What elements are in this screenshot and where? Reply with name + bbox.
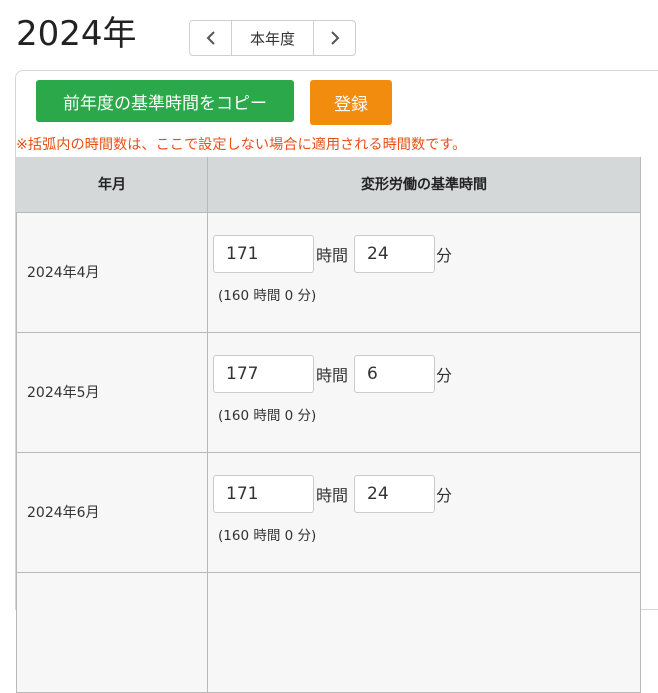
minutes-unit-label: 分 [436,485,453,505]
month-cell [16,571,208,693]
chevron-left-icon [206,31,215,45]
default-hours-hint: (160 時間 0 分) [218,527,317,544]
current-year-button[interactable]: 本年度 [231,21,314,55]
table-row: 2024年5月 時間 分 (160 時間 0 分) [16,331,641,453]
hours-cell: 時間 分 (160 時間 0 分) [207,451,641,573]
minutes-input[interactable] [354,354,436,393]
column-header-standard-hours: 変形労働の基準時間 [207,157,641,213]
hours-input[interactable] [213,474,314,513]
notice-text: ※括弧内の時間数は、ここで設定しない場合に適用される時間数です。 [16,137,467,153]
year-navigation: 本年度 [189,20,356,56]
default-hours-hint: (160 時間 0 分) [218,407,317,424]
month-cell: 2024年5月 [16,331,208,453]
column-header-month: 年月 [16,157,208,213]
previous-year-button[interactable] [190,21,231,55]
minutes-unit-label: 分 [436,365,453,385]
standard-hours-table: 年月 変形労働の基準時間 2024年4月 時間 分 (160 時間 0 分) 2… [16,157,641,693]
hours-unit-label: 時間 [316,245,349,265]
hours-input[interactable] [213,354,314,393]
hours-cell: 時間 分 (160 時間 0 分) [207,331,641,453]
table-row: 2024年4月 時間 分 (160 時間 0 分) [16,211,641,333]
default-hours-hint: (160 時間 0 分) [218,287,317,304]
minutes-unit-label: 分 [436,245,453,265]
month-cell: 2024年6月 [16,451,208,573]
table-row [16,571,641,693]
table-row: 2024年6月 時間 分 (160 時間 0 分) [16,451,641,573]
copy-previous-year-button[interactable]: 前年度の基準時間をコピー [36,80,294,122]
hours-cell [207,571,641,693]
minutes-input[interactable] [354,234,436,273]
hours-input[interactable] [213,234,314,273]
page-title: 2024年 [16,14,137,54]
hours-unit-label: 時間 [316,485,349,505]
chevron-right-icon [330,31,339,45]
minutes-input[interactable] [354,474,436,513]
hours-unit-label: 時間 [316,365,349,385]
month-cell: 2024年4月 [16,211,208,333]
register-button[interactable]: 登録 [310,80,392,125]
table-header-row: 年月 変形労働の基準時間 [16,157,641,213]
next-year-button[interactable] [314,21,355,55]
hours-cell: 時間 分 (160 時間 0 分) [207,211,641,333]
